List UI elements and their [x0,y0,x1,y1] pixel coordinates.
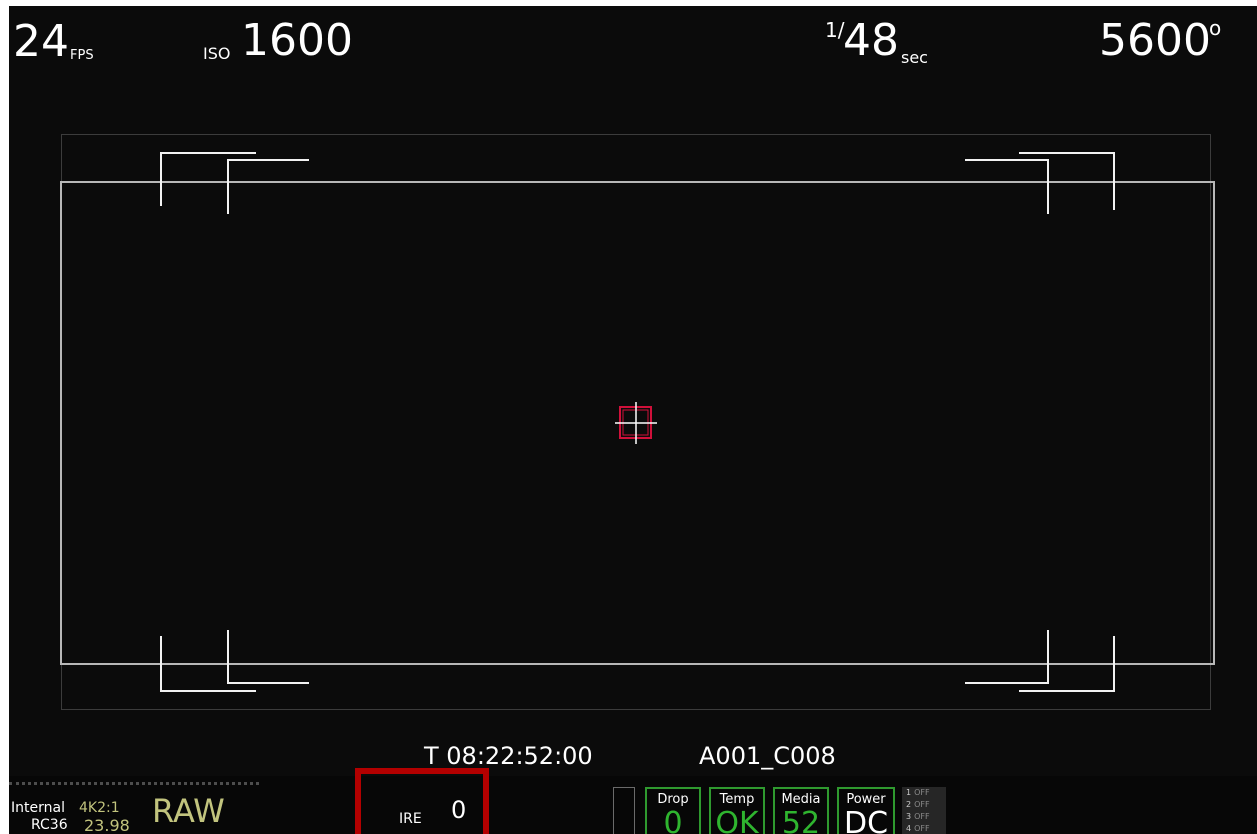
timecode-display: T 08:22:52:00 [424,742,593,770]
temperature-label: Temp [719,792,755,807]
corner-bracket-bottom-left-inner [227,630,309,684]
recording-source-label: Internal [11,800,65,816]
tally-row-3: 3 OFF [906,812,930,821]
center-crosshair-icon [615,402,657,444]
ire-value[interactable]: 0 [451,798,466,822]
white-balance-degree-symbol: o [1209,16,1222,40]
iso-label: ISO [203,44,231,63]
tally-row-2: 2 OFF [906,800,930,809]
power-value: DC [843,806,889,834]
power-label: Power [846,792,886,807]
media-value: 52 [781,806,821,834]
power-status[interactable]: Power DC [837,787,895,834]
iso-value[interactable]: 1600 [241,19,353,63]
temperature-status[interactable]: Temp OK [709,787,765,834]
media-label: Media [781,792,821,807]
drop-frame-label: Drop [657,792,689,807]
corner-bracket-bottom-right-inner [965,630,1049,684]
resolution-label: 4K2:1 [79,800,120,816]
empty-status-slot [613,787,635,834]
corner-bracket-top-right-inner [965,159,1049,214]
camera-viewfinder: 24 FPS ISO 1600 1/ 48 sec 5600 o T 08:22… [9,6,1257,834]
tally-row-4: 4 OFF [906,824,930,833]
ire-label: IRE [399,811,422,827]
project-fps-label: 23.98 [84,816,130,834]
tally-row-1: 1 OFF [906,788,930,797]
drop-frame-value: 0 [663,806,683,834]
format-label: RAW [152,792,225,830]
ire-highlight-box [355,768,489,834]
fps-unit-label: FPS [70,48,94,63]
tally-panel[interactable]: 1 OFF 2 OFF 3 OFF 4 OFF [902,787,946,834]
codec-label: RC36 [31,817,68,833]
drop-frame-status[interactable]: Drop 0 [645,787,701,834]
shutter-unit-label: sec [901,48,928,67]
fps-value[interactable]: 24 [13,20,69,64]
shutter-value[interactable]: 48 [843,19,899,63]
media-status[interactable]: Media 52 [773,787,829,834]
clip-name: A001_C008 [699,742,836,770]
shutter-fraction-label: 1/ [825,18,845,42]
temperature-value: OK [715,806,759,834]
white-balance-value[interactable]: 5600 [1099,19,1211,63]
corner-bracket-top-left-inner [227,159,309,214]
